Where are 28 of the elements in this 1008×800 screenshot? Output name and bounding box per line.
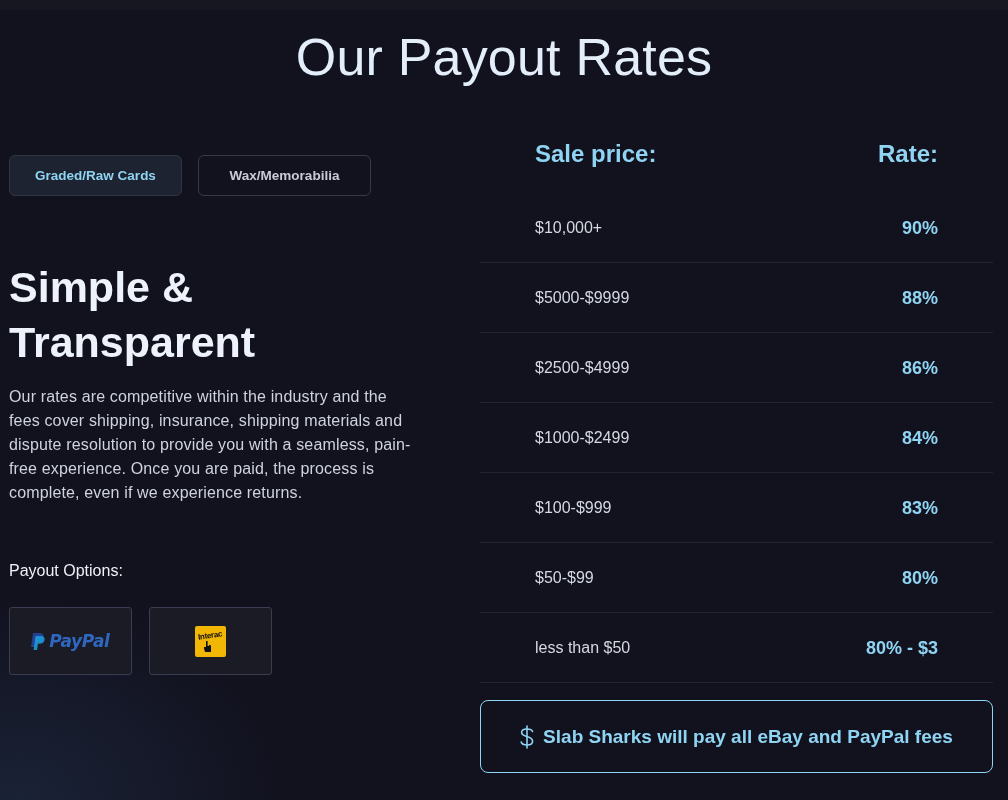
rate-cell: 80% - $3	[865, 636, 938, 659]
column-header: Sale price:	[535, 139, 657, 169]
logo-wordmark: Interac	[197, 628, 223, 642]
rate-cell: 90%	[901, 216, 938, 239]
rate-cell: 83%	[901, 496, 938, 519]
rate-cell: 84%	[901, 426, 938, 449]
column-header: Rate:	[878, 139, 938, 169]
sale-price-cell-text: $100-$999	[535, 497, 612, 518]
dollar-icon	[520, 724, 535, 749]
rate-cell: 88%	[901, 286, 938, 309]
sale-price-cell-text: $2500-$4999	[535, 357, 630, 378]
section-heading: Simple & Transparent	[9, 262, 257, 368]
p-monogram-icon	[31, 632, 46, 650]
logo-wordmark: PayPal	[49, 631, 110, 651]
rate-cell: 86%	[901, 356, 938, 379]
sale-price-cell-text: $5000-$9999	[535, 287, 630, 308]
tab[interactable]: Graded/Raw Cards	[9, 155, 182, 196]
sale-price-cell-text: $50-$99	[535, 567, 594, 588]
sale-price-cell-text: less than $50	[535, 637, 631, 658]
fee-notice-text: Slab Sharks will pay all eBay and PayPal fees	[543, 724, 953, 749]
sale-price-cell-text: $10,000+	[535, 217, 603, 238]
tab[interactable]: Wax/Memorabilia	[198, 155, 371, 196]
rate-cell: 80%	[901, 566, 938, 589]
page-title: Our Payout Rates	[295, 27, 713, 88]
payout-options-label: Payout Options:	[9, 561, 123, 581]
hand-icon	[204, 640, 211, 652]
description-text: Our rates are competitive within the industry and the fees cover shipping, insurance, shipping materials and dispute resolution to provide you with a seamless, pain-free experience. Once you are paid, the process is complete, even if we experience returns.	[9, 387, 412, 503]
sale-price-cell-text: $1000-$2499	[535, 427, 630, 448]
